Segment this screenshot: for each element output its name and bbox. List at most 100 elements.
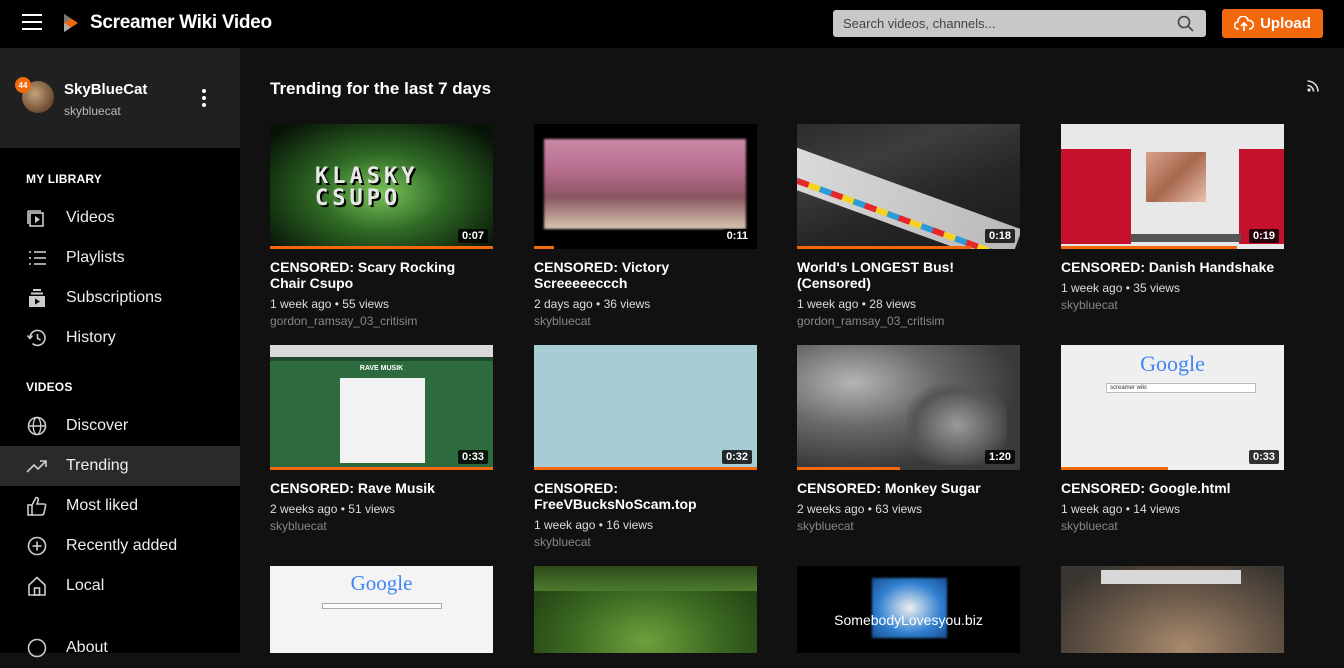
video-age: 1 week ago	[270, 297, 332, 311]
video-meta: 1 week ago • 16 views	[534, 518, 653, 532]
channel-name[interactable]: skybluecat	[797, 519, 1020, 533]
upload-button[interactable]: Upload	[1222, 9, 1323, 38]
page-title: Trending for the last 7 days	[270, 79, 492, 98]
duration-badge: 0:19	[1248, 229, 1279, 243]
username[interactable]: SkyBlueCat	[64, 81, 147, 98]
video-card: SomebodyLovesyou.biz	[797, 566, 1020, 653]
sidebar-item-label: Discover	[66, 417, 129, 434]
video-icon	[27, 210, 44, 227]
sidebar-item-videos[interactable]: Videos	[0, 198, 240, 238]
section-title-videos: VIDEOS	[26, 380, 73, 394]
duration-badge: 0:33	[457, 450, 488, 464]
video-title[interactable]: World's LONGEST Bus! (Censored)	[797, 259, 1020, 291]
sidebar-item-local[interactable]: Local	[0, 566, 240, 606]
video-card	[534, 566, 757, 653]
channel-name[interactable]: gordon_ramsay_03_critisim	[797, 314, 1020, 328]
upload-label: Upload	[1260, 15, 1311, 32]
pixelated-image	[544, 139, 746, 229]
video-title[interactable]: CENSORED: FreeVBucksNoScam.top	[534, 480, 757, 512]
thumbnail-search-box: screamer wiki	[1106, 383, 1256, 393]
channel-name[interactable]: skybluecat	[1061, 298, 1284, 312]
watch-progress-bar	[1061, 467, 1169, 470]
video-title[interactable]: CENSORED: Danish Handshake	[1061, 259, 1284, 275]
sidebar-item-label: Trending	[66, 457, 129, 474]
thumbnail-text: Google	[1140, 351, 1205, 376]
view-count: 35 views	[1133, 281, 1180, 295]
more-options-icon[interactable]	[200, 89, 208, 109]
channel-name[interactable]: skybluecat	[270, 519, 493, 533]
app-title[interactable]: Screamer Wiki Video	[90, 12, 272, 34]
search-icon[interactable]	[1177, 15, 1194, 32]
trending-icon	[26, 460, 47, 473]
notification-badge[interactable]: 44	[15, 77, 31, 93]
sidebar-item-discover[interactable]: Discover	[0, 406, 240, 446]
video-thumbnail[interactable]	[534, 566, 757, 653]
video-thumbnail[interactable]: 1:20	[797, 345, 1020, 470]
sidebar-item-label: Recently added	[66, 537, 178, 554]
section-title-library: MY LIBRARY	[26, 172, 103, 186]
video-thumbnail[interactable]: KLASKY CSUPO 0:07	[270, 124, 493, 249]
video-title[interactable]: CENSORED: Google.html	[1061, 480, 1284, 496]
video-thumbnail[interactable]: Google	[270, 566, 493, 653]
channel-name[interactable]: skybluecat	[1061, 519, 1284, 533]
pixelated-image	[1146, 152, 1206, 202]
home-icon	[28, 576, 46, 596]
duration-badge: 1:20	[984, 450, 1015, 464]
rss-feed-icon[interactable]	[1307, 80, 1319, 92]
watch-progress-bar	[534, 246, 555, 249]
duration-badge: 0:11	[722, 229, 752, 243]
video-card	[1061, 566, 1284, 653]
video-thumbnail[interactable]: 0:32	[534, 345, 757, 470]
video-thumbnail[interactable]	[1061, 566, 1284, 653]
view-count: 51 views	[348, 502, 395, 516]
video-thumbnail[interactable]: RAVE MUSIK 0:33	[270, 345, 493, 470]
video-thumbnail[interactable]: SomebodyLovesyou.biz	[797, 566, 1020, 653]
video-title[interactable]: CENSORED: Monkey Sugar	[797, 480, 1020, 496]
sidebar-item-most-liked[interactable]: Most liked	[0, 486, 240, 526]
video-meta: 2 weeks ago • 51 views	[270, 502, 395, 516]
video-meta: 1 week ago • 28 views	[797, 297, 916, 311]
video-thumbnail[interactable]: Google screamer wiki 0:33	[1061, 345, 1284, 470]
sidebar-item-recently-added[interactable]: Recently added	[0, 526, 240, 566]
video-thumbnail[interactable]: 0:18	[797, 124, 1020, 249]
flag-left	[1061, 149, 1131, 244]
watch-progress-bar	[1061, 246, 1238, 249]
pixelated-bar	[1131, 234, 1241, 242]
video-card: 1:20 CENSORED: Monkey Sugar 2 weeks ago …	[797, 345, 1020, 533]
tree-line	[534, 566, 757, 591]
video-meta: 2 weeks ago • 63 views	[797, 502, 922, 516]
sidebar-item-playlists[interactable]: Playlists	[0, 238, 240, 278]
sidebar-item-history[interactable]: History	[0, 318, 240, 358]
video-title[interactable]: CENSORED: Rave Musik	[270, 480, 493, 496]
channel-name[interactable]: skybluecat	[534, 314, 757, 328]
video-title[interactable]: CENSORED: Scary Rocking Chair Csupo	[270, 259, 493, 291]
video-card: 0:32 CENSORED: FreeVBucksNoScam.top 1 we…	[534, 345, 757, 549]
view-count: 63 views	[875, 502, 922, 516]
sidebar-item-trending[interactable]: Trending	[0, 446, 240, 486]
plus-circle-icon	[27, 536, 47, 556]
sidebar-item-label: Videos	[66, 209, 115, 226]
video-age: 2 days ago	[534, 297, 593, 311]
thumbnail-text: RAVE MUSIK	[359, 365, 404, 372]
menu-icon[interactable]	[22, 14, 42, 32]
video-thumbnail[interactable]: 0:11	[534, 124, 757, 249]
user-panel: 44 SkyBlueCat skybluecat	[0, 48, 240, 148]
logo-icon[interactable]	[60, 12, 82, 34]
view-count: 16 views	[606, 518, 653, 532]
channel-name[interactable]: gordon_ramsay_03_critisim	[270, 314, 493, 328]
thumbnail-text: Google	[350, 571, 413, 595]
video-card: KLASKY CSUPO 0:07 CENSORED: Scary Rockin…	[270, 124, 493, 328]
video-meta: 1 week ago • 35 views	[1061, 281, 1180, 295]
video-age: 1 week ago	[1061, 281, 1123, 295]
video-meta: 1 week ago • 14 views	[1061, 502, 1180, 516]
sidebar-item-about[interactable]: About	[0, 628, 240, 668]
sidebar-item-label: About	[66, 639, 108, 656]
video-title[interactable]: CENSORED: Victory Screeeeeccch	[534, 259, 757, 291]
video-card: Google	[270, 566, 493, 653]
sidebar: 44 SkyBlueCat skybluecat MY LIBRARY Vide…	[0, 48, 240, 658]
video-age: 1 week ago	[534, 518, 596, 532]
channel-name[interactable]: skybluecat	[534, 535, 757, 549]
search-input[interactable]	[833, 10, 1163, 37]
video-thumbnail[interactable]: 0:19	[1061, 124, 1284, 249]
sidebar-item-subscriptions[interactable]: Subscriptions	[0, 278, 240, 318]
